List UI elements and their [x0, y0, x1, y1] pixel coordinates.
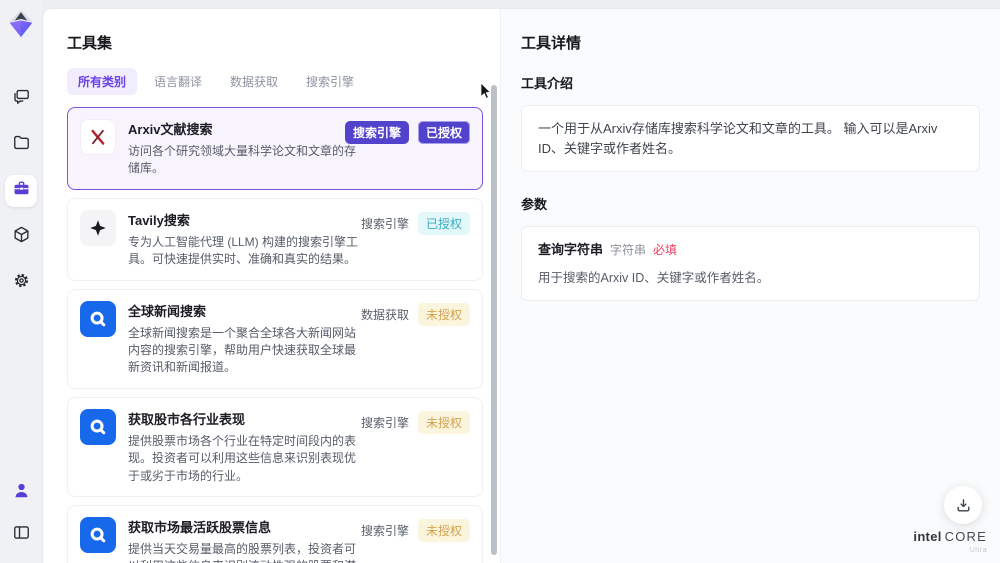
- tool-name: Arxiv文献搜索: [128, 122, 213, 137]
- app-logo-icon[interactable]: [6, 7, 36, 41]
- tool-badges: 数据获取 未授权: [360, 302, 470, 326]
- auth-status-badge: 未授权: [417, 518, 470, 542]
- folder-icon: [12, 133, 31, 157]
- scrollbar-thumb[interactable]: [491, 85, 497, 556]
- brand-ultra-text: Ultra: [969, 547, 987, 554]
- tool-description: 提供股票市场各个行业在特定时间段内的表现。投资者可以利用这些信息来识别表现优于或…: [128, 433, 357, 483]
- tab-3[interactable]: 搜索引擎: [295, 68, 365, 95]
- app-window: 工具集 所有类别 语言翻译 数据获取 搜索引擎 Arxiv文献搜索 访问各个研究领域大…: [0, 0, 1000, 563]
- sidebar-item-gear[interactable]: [5, 267, 37, 299]
- page-title: 工具集: [67, 35, 113, 52]
- category-tabs: 所有类别 语言翻译 数据获取 搜索引擎: [67, 68, 483, 95]
- intro-text: 一个用于从Arxiv存储库搜索科学论文和文章的工具。 输入可以是Arxiv ID…: [538, 121, 938, 156]
- chat-icon: [12, 87, 31, 111]
- tab-0[interactable]: 所有类别: [67, 68, 138, 95]
- tool-detail-panel: 工具详情 工具介绍 一个用于从Arxiv存储库搜索科学论文和文章的工具。 输入可…: [501, 9, 1000, 563]
- parameter-required-badge: 必填: [653, 243, 678, 257]
- tool-list-item[interactable]: 获取股市各行业表现 提供股票市场各个行业在特定时间段内的表现。投资者可以利用这些…: [67, 396, 483, 497]
- tool-list-item[interactable]: 获取市场最活跃股票信息 提供当天交易量最高的股票列表，投资者可以利用这些信息来识…: [67, 504, 483, 563]
- user-icon: [12, 481, 31, 505]
- category-label: 搜索引擎: [360, 523, 409, 538]
- tool-list-item[interactable]: Arxiv文献搜索 访问各个研究领域大量科学论文和文章的存储库。 搜索引擎 已授权: [67, 107, 483, 190]
- panel-toggle-icon: [12, 523, 31, 547]
- tool-name: 全球新闻搜索: [128, 303, 207, 319]
- auth-status-badge: 未授权: [417, 302, 470, 326]
- category-label: 数据获取: [360, 307, 409, 322]
- tool-name: Tavily搜索: [128, 212, 190, 228]
- blue-search-icon: [80, 516, 116, 553]
- cube-icon: [12, 225, 31, 249]
- sidebar-item-cube[interactable]: [5, 221, 37, 253]
- blue-search-icon: [80, 408, 116, 445]
- brand-intel-text: intel: [913, 529, 942, 544]
- tab-1[interactable]: 语言翻译: [143, 68, 213, 95]
- parameter-type: 字符串: [610, 243, 647, 257]
- tool-list-item[interactable]: Tavily搜索 专为人工智能代理 (LLM) 构建的搜索引擎工具。可快速提供实…: [67, 197, 483, 281]
- params-heading: 参数: [521, 197, 548, 212]
- tool-list-panel: 工具集 所有类别 语言翻译 数据获取 搜索引擎 Arxiv文献搜索 访问各个研究领域大…: [43, 9, 501, 563]
- list-scrollbar[interactable]: [491, 85, 497, 560]
- intro-heading: 工具介绍: [521, 76, 574, 91]
- download-button[interactable]: [944, 486, 982, 524]
- tab-2[interactable]: 数据获取: [219, 68, 289, 95]
- tool-description: 全球新闻搜索是一个聚合全球各大新闻网站内容的搜索引擎，帮助用户快速获取全球最新资…: [128, 325, 357, 375]
- sidebar: [0, 0, 42, 563]
- tool-name: 获取股市各行业表现: [128, 411, 246, 427]
- main-content: 工具集 所有类别 语言翻译 数据获取 搜索引擎 Arxiv文献搜索 访问各个研究领域大…: [42, 8, 1000, 563]
- blue-search-icon: [80, 300, 116, 337]
- intro-card: 一个用于从Arxiv存储库搜索科学论文和文章的工具。 输入可以是Arxiv ID…: [521, 105, 980, 172]
- auth-status-badge: 已授权: [417, 121, 470, 144]
- tool-name: 获取市场最活跃股票信息: [128, 519, 272, 535]
- parameter-description: 用于搜索的Arxiv ID、关键字或作者姓名。: [538, 270, 770, 285]
- category-label: 搜索引擎: [360, 216, 409, 231]
- tool-description: 专为人工智能代理 (LLM) 构建的搜索引擎工具。可快速提供实时、准确和真实的结…: [128, 234, 359, 267]
- sidebar-nav: [5, 83, 37, 299]
- parameter-header: 查询字符串 字符串 必填: [538, 240, 963, 260]
- tool-badges: 搜索引擎 已授权: [360, 211, 470, 235]
- auth-status-badge: 搜索引擎: [344, 121, 409, 144]
- gear-icon: [12, 271, 31, 295]
- sidebar-item-toolbox[interactable]: [5, 175, 37, 207]
- download-icon: [957, 498, 969, 511]
- intel-core-logo: intel CORE Ultra: [913, 529, 987, 554]
- category-label: 搜索引擎: [360, 415, 409, 430]
- tool-badges: 搜索引擎 未授权: [360, 410, 470, 434]
- tool-list: Arxiv文献搜索 访问各个研究领域大量科学论文和文章的存储库。 搜索引擎 已授权…: [67, 107, 483, 563]
- parameter-name: 查询字符串: [538, 242, 604, 257]
- tool-badges: 搜索引擎 未授权: [360, 518, 470, 542]
- toolbox-icon: [12, 179, 31, 203]
- tool-badges: 搜索引擎 已授权: [344, 121, 470, 144]
- auth-status-badge: 未授权: [417, 410, 470, 434]
- sidebar-item-folder[interactable]: [5, 129, 37, 161]
- tool-list-item[interactable]: 全球新闻搜索 全球新闻搜索是一个聚合全球各大新闻网站内容的搜索引擎，帮助用户快速…: [67, 288, 483, 389]
- tool-description: 提供当天交易量最高的股票列表，投资者可以利用这些信息来识别流动性强的股票和潜在的…: [128, 541, 357, 563]
- sidebar-item-chat[interactable]: [5, 83, 37, 115]
- tavily-icon: [80, 209, 116, 246]
- parameter-card: 查询字符串 字符串 必填 用于搜索的Arxiv ID、关键字或作者姓名。: [521, 226, 980, 302]
- sidebar-bottom: [5, 477, 37, 563]
- sidebar-item-user[interactable]: [5, 477, 37, 509]
- brand-core-text: CORE: [944, 529, 987, 544]
- tool-description: 访问各个研究领域大量科学论文和文章的存储库。: [128, 144, 357, 176]
- sidebar-item-panel-toggle[interactable]: [5, 519, 37, 551]
- auth-status-badge: 已授权: [417, 211, 470, 235]
- arxiv-icon: [80, 119, 116, 155]
- detail-title: 工具详情: [521, 35, 582, 52]
